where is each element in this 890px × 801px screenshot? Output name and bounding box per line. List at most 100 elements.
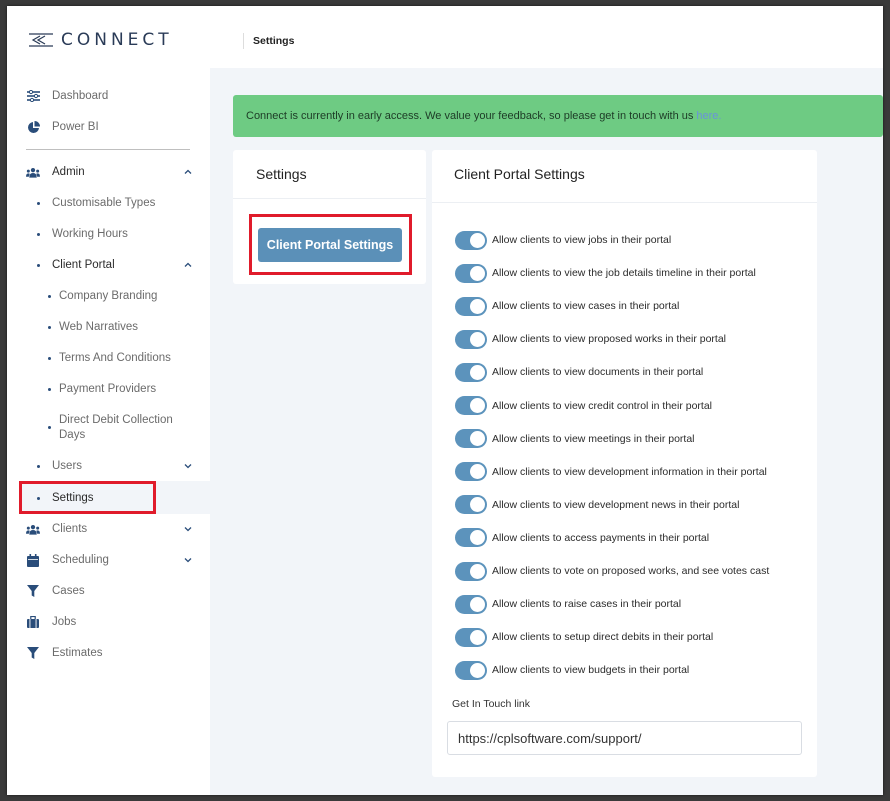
toggle-label: Allow clients to raise cases in their po… xyxy=(492,598,682,611)
toggle-switch[interactable] xyxy=(455,528,487,548)
sidebar-item-terms-and-conditions[interactable]: Terms And Conditions xyxy=(7,346,210,370)
toggle-label: Allow clients to view the job details ti… xyxy=(492,267,756,280)
sidebar-item-admin[interactable]: Admin xyxy=(7,160,210,184)
card-divider xyxy=(233,198,426,199)
toggle-row: Allow clients to view development inform… xyxy=(455,462,767,482)
bullet-icon xyxy=(37,464,40,468)
sidebar-item-web-narratives[interactable]: Web Narratives xyxy=(7,315,210,339)
toggle-switch[interactable] xyxy=(455,362,487,382)
sidebar-item-label: Jobs xyxy=(52,616,77,628)
sidebar-item-estimates[interactable]: Estimates xyxy=(7,641,210,665)
highlight-box-settings xyxy=(19,481,156,514)
toggle-switch[interactable] xyxy=(455,396,487,415)
toggle-knob xyxy=(470,298,485,314)
sidebar-item-label: Power BI xyxy=(52,121,99,133)
sidebar-item-payment-providers[interactable]: Payment Providers xyxy=(7,377,210,401)
sidebar-item-label: Payment Providers xyxy=(59,383,157,395)
toggle-row: Allow clients to access payments in thei… xyxy=(455,528,709,548)
sidebar-item-label: Company Branding xyxy=(59,290,158,302)
sidebar-item-label-line-2: Days xyxy=(59,429,86,441)
sidebar-item-label: Customisable Types xyxy=(52,197,156,209)
early-access-banner: Connect is currently in early access. We… xyxy=(233,95,883,137)
settings-card-title: Settings xyxy=(256,166,307,182)
sidebar-item-cases[interactable]: Cases xyxy=(7,579,210,603)
toggle-label: Allow clients to access payments in thei… xyxy=(492,531,710,544)
client-portal-settings-title: Client Portal Settings xyxy=(454,166,585,182)
sidebar-item-power-bi[interactable]: Power BI xyxy=(7,115,210,139)
toggle-switch[interactable] xyxy=(455,263,487,283)
sidebar-item-label: Direct Debit Collection Days xyxy=(59,413,173,443)
toggle-row: Allow clients to view development news i… xyxy=(455,495,739,515)
sidebar-item-customisable-types[interactable]: Customisable Types xyxy=(7,191,210,215)
toggle-label: Allow clients to vote on proposed works,… xyxy=(492,565,770,577)
page-title: Settings xyxy=(253,35,295,47)
chevron-up-icon xyxy=(184,262,192,267)
sidebar-item-dashboard[interactable]: Dashboard xyxy=(7,84,210,108)
chevron-down-icon xyxy=(184,558,192,563)
toggle-switch[interactable] xyxy=(455,495,487,515)
client-portal-settings-card: Client Portal Settings Allow clients to … xyxy=(432,150,817,777)
toggle-label: Allow clients to view proposed works in … xyxy=(492,333,727,346)
sidebar-item-direct-debit-collection-days[interactable]: Direct Debit Collection Days xyxy=(7,410,210,444)
bullet-icon xyxy=(37,201,40,205)
sidebar-item-label-line-1: Direct Debit Collection xyxy=(59,414,173,426)
toggle-knob xyxy=(470,398,485,413)
toggle-label: Allow clients to view budgets in their p… xyxy=(492,664,690,677)
pie-chart-icon xyxy=(26,120,40,134)
sidebar-item-company-branding[interactable]: Company Branding xyxy=(7,284,210,308)
toggle-switch[interactable] xyxy=(455,296,487,316)
toggle-knob xyxy=(470,662,485,678)
toggle-knob xyxy=(470,431,485,447)
bullet-icon xyxy=(48,356,51,360)
sidebar-item-scheduling[interactable]: Scheduling xyxy=(7,548,210,572)
toggle-switch[interactable] xyxy=(455,462,487,482)
sidebar-item-label: Working Hours xyxy=(52,228,128,240)
toggle-row: Allow clients to view cases in their por… xyxy=(455,296,679,316)
sliders-icon xyxy=(26,89,40,103)
sidebar-item-label: Client Portal xyxy=(52,259,115,271)
sidebar-divider xyxy=(26,149,190,150)
banner-text: Connect is currently in early access. We… xyxy=(246,110,694,122)
toggle-switch[interactable] xyxy=(455,561,487,581)
bullet-icon xyxy=(48,294,51,298)
sidebar-item-label: Web Narratives xyxy=(59,321,139,333)
sidebar-item-users[interactable]: Users xyxy=(7,454,210,478)
get-in-touch-label: Get In Touch link xyxy=(452,698,531,710)
chevron-up-icon xyxy=(184,169,192,174)
sidebar-item-clients[interactable]: Clients xyxy=(7,517,210,541)
toggle-switch[interactable] xyxy=(455,329,487,349)
sidebar-item-client-portal[interactable]: Client Portal xyxy=(7,253,210,277)
toggle-label: Allow clients to view cases in their por… xyxy=(492,300,680,313)
chevron-down-icon xyxy=(184,527,192,532)
bullet-icon xyxy=(48,387,51,391)
get-in-touch-input[interactable] xyxy=(447,721,802,755)
sidebar: CONNECT Dashboard Power BI Admin Customi… xyxy=(7,6,210,795)
connect-logo[interactable]: CONNECT xyxy=(29,30,173,50)
users-icon xyxy=(26,522,40,536)
sidebar-item-working-hours[interactable]: Working Hours xyxy=(7,222,210,246)
toggle-row: Allow clients to setup direct debits in … xyxy=(455,627,713,647)
toggle-switch[interactable] xyxy=(455,627,487,647)
toggle-row: Allow clients to view documents in their… xyxy=(455,362,703,382)
sidebar-item-label: Admin xyxy=(52,166,85,178)
toggle-label: Allow clients to setup direct debits in … xyxy=(492,631,714,644)
toggle-knob xyxy=(470,596,485,612)
toggle-knob xyxy=(470,629,485,645)
toggle-switch[interactable] xyxy=(455,429,487,449)
toggle-knob xyxy=(470,497,485,513)
calendar-icon xyxy=(26,553,40,567)
toggle-knob xyxy=(470,331,485,347)
sidebar-item-jobs[interactable]: Jobs xyxy=(7,610,210,634)
sidebar-item-label: Cases xyxy=(52,585,85,597)
toggle-switch[interactable] xyxy=(455,230,487,250)
toggle-switch[interactable] xyxy=(455,660,487,680)
users-icon xyxy=(26,165,40,179)
toggle-switch[interactable] xyxy=(455,594,487,614)
toggle-row: Allow clients to view proposed works in … xyxy=(455,329,726,349)
toggle-knob xyxy=(470,364,485,380)
toggle-label: Allow clients to view development inform… xyxy=(492,465,767,478)
toggle-row: Allow clients to raise cases in their po… xyxy=(455,594,681,614)
top-bar: Settings xyxy=(210,6,883,74)
banner-link[interactable]: here. xyxy=(696,110,721,122)
sidebar-item-label: Scheduling xyxy=(52,554,109,566)
